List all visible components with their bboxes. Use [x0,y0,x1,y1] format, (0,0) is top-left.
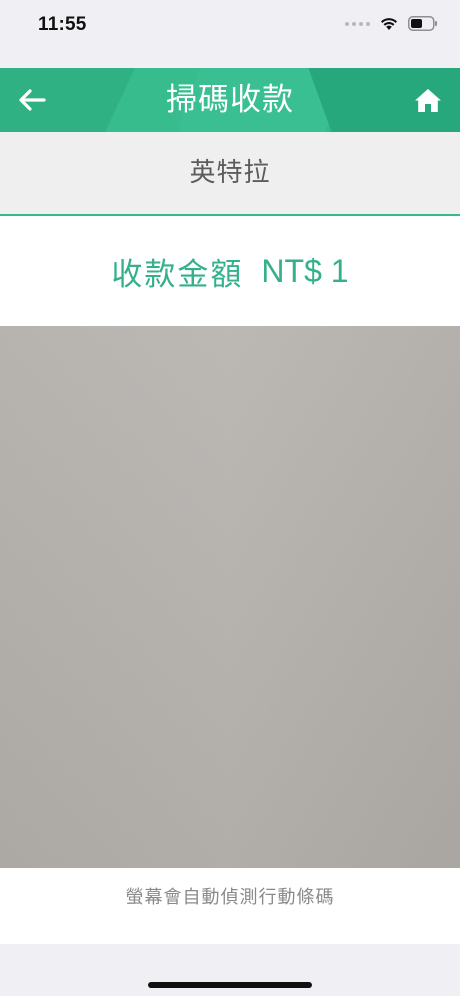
merchant-name: 英特拉 [0,132,460,216]
amount-section: 收款金額 NT$ 1 [0,216,460,326]
home-icon [415,89,441,112]
battery-icon [408,16,438,31]
amount-label: 收款金額 [111,256,244,293]
status-time: 11:55 [38,14,87,35]
status-bar: 11:55 [0,0,460,68]
wifi-icon [380,17,398,31]
home-indicator[interactable] [148,982,312,988]
back-button[interactable] [14,82,50,118]
status-icons [345,16,438,31]
header-bar: 掃碼收款 [0,68,460,132]
home-button[interactable] [410,82,446,118]
page-title: 掃碼收款 [166,82,294,118]
cellular-signal-icon [345,21,370,26]
arrow-left-icon [19,89,46,111]
amount-value: NT$ 1 [261,252,349,289]
camera-scanner-view[interactable] [0,326,460,868]
bottom-safe-area [0,944,460,996]
scanner-hint: 螢幕會自動偵測行動條碼 [0,868,460,944]
scanner-hint-text: 螢幕會自動偵測行動條碼 [125,887,335,908]
